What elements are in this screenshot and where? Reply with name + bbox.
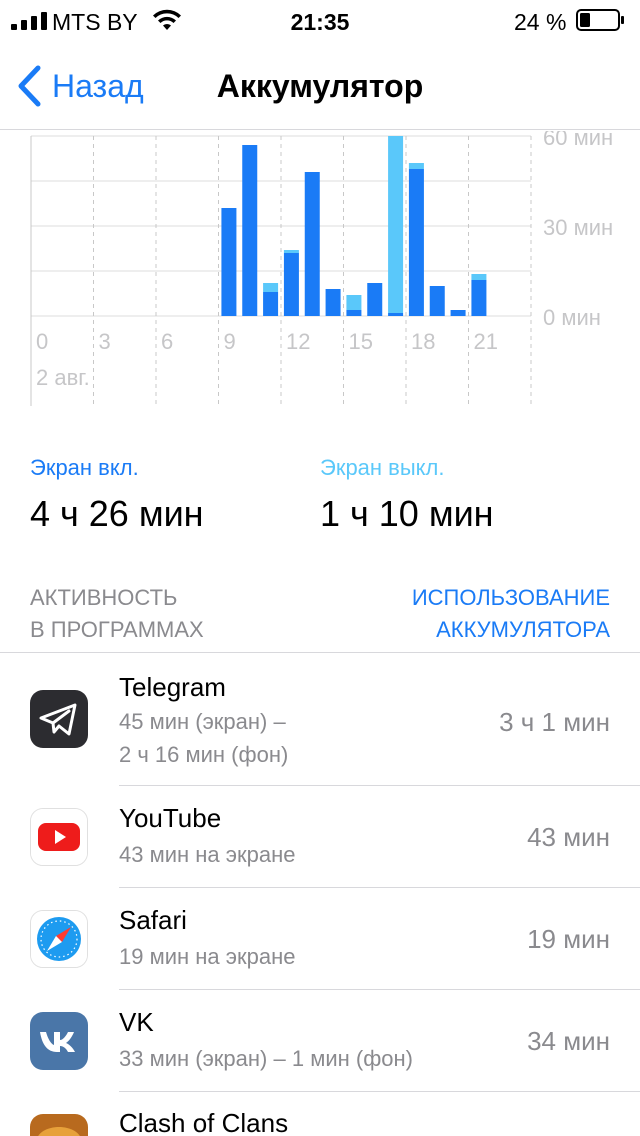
- app-usage-detail: 19 мин на экране: [119, 944, 296, 969]
- y-tick-label: 0 мин: [543, 305, 601, 330]
- chart-bar: [304, 172, 320, 316]
- app-usage-total: 19 мин: [527, 924, 610, 954]
- chart-svg: 0 3 6 9 12 15 18 21 2 авг. 0 мин 30 мин 60 мин: [30, 131, 613, 406]
- x-tick-label: 12: [286, 329, 310, 354]
- youtube-icon: [30, 808, 88, 866]
- battery-usage-line2: АККУМУЛЯТОРА: [436, 617, 610, 642]
- app-name: YouTube: [119, 803, 222, 833]
- x-tick-label: 18: [411, 329, 435, 354]
- app-row-telegram[interactable]: Telegram 45 мин (экран) – 2 ч 16 мин (фо…: [0, 653, 640, 786]
- app-list: Telegram 45 мин (экран) – 2 ч 16 мин (фо…: [0, 653, 640, 1136]
- screen-on-label: Экран вкл.: [30, 455, 139, 480]
- clash-of-clans-icon: [30, 1114, 88, 1136]
- app-usage-detail: 43 мин на экране: [119, 842, 296, 867]
- app-usage-detail-2: 2 ч 16 мин (фон): [119, 742, 289, 767]
- chart-bar: [408, 169, 424, 316]
- chart-bar: [221, 208, 237, 316]
- app-row-youtube[interactable]: YouTube 43 мин на экране 43 мин: [0, 786, 640, 888]
- page-title: Аккумулятор: [216, 68, 424, 104]
- x-tick-label: 6: [161, 329, 173, 354]
- chart-bar: [346, 295, 362, 310]
- activity-title-line1: АКТИВНОСТЬ: [30, 585, 178, 610]
- chart-bar: [450, 310, 466, 316]
- x-tick-label: 15: [349, 329, 373, 354]
- status-bar: MTS BY 21:35 24 %: [0, 0, 640, 42]
- chart-bar: [346, 310, 362, 316]
- app-name: Safari: [119, 905, 187, 935]
- vk-icon: [30, 1012, 88, 1070]
- safari-icon: [30, 910, 88, 968]
- chart-bar: [367, 283, 383, 316]
- chart-bar: [429, 286, 445, 316]
- chart-bar: [471, 280, 487, 316]
- battery-icon: [576, 9, 624, 31]
- telegram-icon: [30, 690, 88, 748]
- battery-activity-chart: 0 3 6 9 12 15 18 21 2 авг. 0 мин 30 мин 60 мин: [0, 131, 640, 411]
- app-usage-total: 34 мин: [527, 1026, 610, 1056]
- x-tick-label: 21: [474, 329, 498, 354]
- chart-bar: [471, 274, 487, 280]
- chart-bar: [283, 253, 299, 316]
- y-tick-label: 60 мин: [543, 131, 613, 150]
- activity-section-title: АКТИВНОСТЬ В ПРОГРАММАХ: [30, 582, 290, 646]
- x-tick-label: 3: [99, 329, 111, 354]
- x-tick-label: 9: [224, 329, 236, 354]
- x-tick-label: 0: [36, 329, 48, 354]
- chart-bar: [242, 145, 258, 316]
- app-row-vk[interactable]: VK 33 мин (экран) – 1 мин (фон) 34 мин: [0, 990, 640, 1092]
- battery-usage-line1: ИСПОЛЬЗОВАНИЕ: [411, 585, 610, 610]
- app-usage-total: 43 мин: [527, 822, 610, 852]
- screen-off-label: Экран выкл.: [320, 455, 445, 480]
- chart-bar: [263, 292, 279, 316]
- screen-off-value: 1 ч 10 мин: [320, 493, 494, 534]
- chart-bar: [388, 313, 404, 316]
- battery-percent: 24 %: [514, 9, 567, 35]
- app-usage-total: 3 ч 1 мин: [499, 707, 610, 737]
- y-tick-label: 30 мин: [543, 215, 613, 240]
- screen-on-stat: Экран вкл. 4 ч 26 мин: [30, 455, 204, 535]
- app-name: VK: [119, 1007, 154, 1037]
- app-row-clash-of-clans[interactable]: Clash of Clans: [0, 1092, 640, 1136]
- app-usage-detail: 45 мин (экран) –: [119, 709, 286, 734]
- app-name: Telegram: [119, 672, 226, 702]
- app-name: Clash of Clans: [119, 1108, 289, 1136]
- activity-title-line2: В ПРОГРАММАХ: [30, 617, 204, 642]
- chart-bar: [325, 289, 341, 316]
- app-row-safari[interactable]: Safari 19 мин на экране 19 мин: [0, 888, 640, 990]
- app-usage-detail: 33 мин (экран) – 1 мин (фон): [119, 1046, 414, 1071]
- screen-off-stat: Экран выкл. 1 ч 10 мин: [320, 455, 494, 535]
- battery-usage-toggle[interactable]: ИСПОЛЬЗОВАНИЕ АККУМУЛЯТОРА: [310, 582, 610, 646]
- chart-bar: [388, 136, 404, 313]
- chart-bar: [283, 250, 299, 253]
- x-date-label: 2 авг.: [36, 365, 90, 390]
- chart-bar: [408, 163, 424, 169]
- chart-bar: [263, 283, 279, 292]
- screen-on-value: 4 ч 26 мин: [30, 493, 204, 534]
- navigation-bar: Назад Аккумулятор: [0, 42, 640, 130]
- section-header: АКТИВНОСТЬ В ПРОГРАММАХ ИСПОЛЬЗОВАНИЕ АК…: [0, 582, 640, 652]
